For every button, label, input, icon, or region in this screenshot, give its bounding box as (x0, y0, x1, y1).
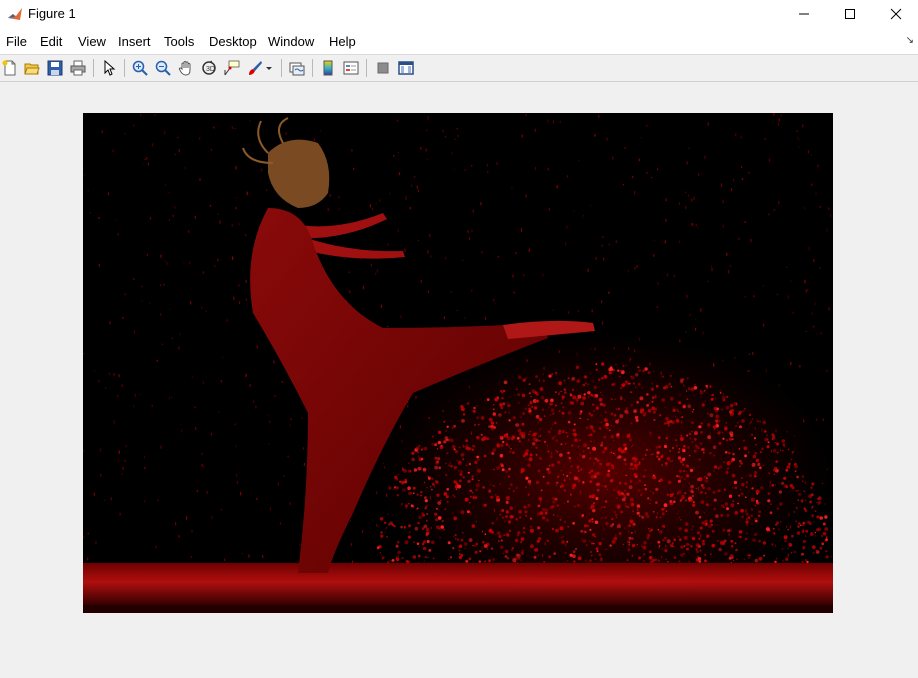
window-title: Figure 1 (28, 6, 76, 21)
insert-colorbar-icon (323, 60, 333, 76)
toolbar-separator (124, 59, 125, 77)
link-plot-icon (289, 62, 305, 76)
rotate-3d-icon: 3D (202, 60, 216, 75)
insert-legend-icon (343, 61, 359, 75)
minimize-icon (799, 13, 809, 15)
pan-hand-icon (178, 60, 191, 76)
menu-tools[interactable]: Tools (164, 34, 194, 49)
title-bar: Figure 1 (0, 0, 918, 28)
minimize-button[interactable] (781, 0, 827, 28)
hide-plot-tools-icon (377, 62, 389, 74)
zoom-in-button[interactable] (131, 59, 149, 77)
link-plot-button[interactable] (288, 59, 306, 77)
brush-dropdown-button[interactable] (264, 59, 274, 77)
close-icon (890, 8, 902, 20)
show-plot-tools-icon (398, 61, 414, 75)
zoom-in-icon (132, 60, 148, 76)
edit-plot-button[interactable] (100, 59, 118, 77)
close-button[interactable] (873, 0, 918, 28)
menu-file[interactable]: File (6, 34, 27, 49)
toolbar-separator (366, 59, 367, 77)
data-cursor-button[interactable] (223, 59, 241, 77)
zoom-out-button[interactable] (154, 59, 172, 77)
brush-button[interactable] (246, 59, 264, 77)
figure-toolbar: 3D (0, 55, 918, 82)
menu-insert[interactable]: Insert (118, 34, 151, 49)
svg-text:3D: 3D (206, 66, 215, 73)
show-plot-tools-button[interactable] (397, 59, 415, 77)
chevron-down-icon (266, 67, 272, 70)
pan-button[interactable] (177, 59, 195, 77)
toolbar-separator (281, 59, 282, 77)
matlab-app-icon (7, 6, 23, 22)
insert-colorbar-button[interactable] (319, 59, 337, 77)
select-arrow-icon (104, 60, 116, 76)
menu-edit[interactable]: Edit (40, 34, 62, 49)
print-icon (70, 60, 86, 76)
toolbar-separator (93, 59, 94, 77)
insert-legend-button[interactable] (342, 59, 360, 77)
menu-bar: File Edit View Insert Tools Desktop Wind… (0, 28, 918, 55)
dancer-splash-image (83, 113, 833, 613)
save-button[interactable] (46, 59, 64, 77)
save-icon (47, 60, 63, 76)
open-file-icon (24, 63, 40, 75)
brush-icon (249, 61, 262, 75)
new-figure-icon (2, 60, 16, 76)
open-file-button[interactable] (23, 59, 41, 77)
menu-desktop[interactable]: Desktop (209, 34, 257, 49)
print-button[interactable] (69, 59, 87, 77)
water-floor (83, 563, 833, 605)
zoom-out-icon (155, 60, 171, 76)
data-cursor-icon (224, 60, 240, 76)
maximize-icon (845, 9, 855, 19)
dock-figure-icon[interactable]: ↘ (906, 35, 914, 46)
menu-window[interactable]: Window (268, 34, 314, 49)
menu-view[interactable]: View (78, 34, 106, 49)
figure-image[interactable] (83, 113, 833, 613)
maximize-button[interactable] (827, 0, 873, 28)
toolbar-separator (312, 59, 313, 77)
menu-help[interactable]: Help (329, 34, 356, 49)
rotate-3d-button[interactable]: 3D (200, 59, 218, 77)
new-figure-button[interactable] (1, 59, 19, 77)
hide-plot-tools-button[interactable] (374, 59, 392, 77)
